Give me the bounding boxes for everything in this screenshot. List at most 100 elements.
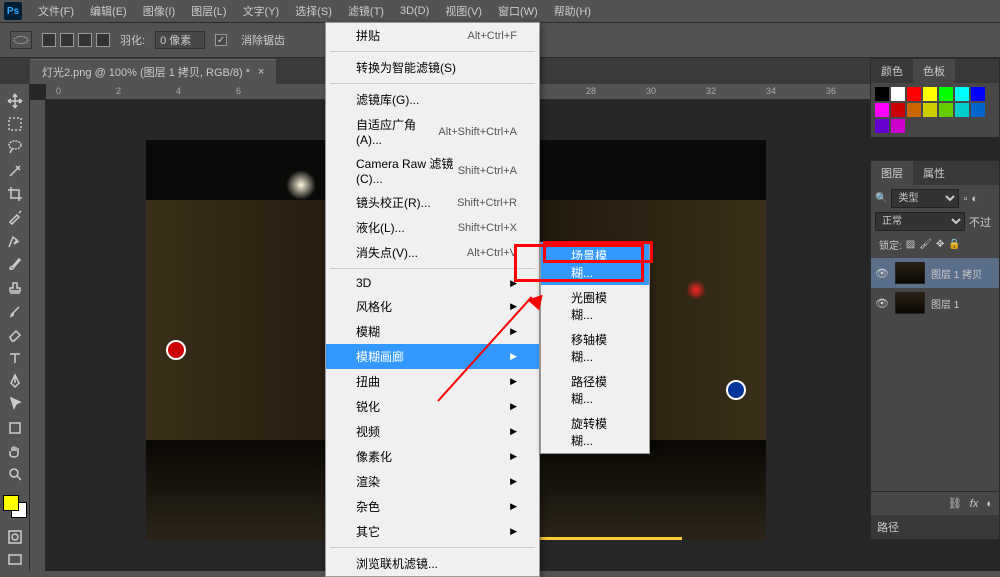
menu-item[interactable]: 浏览联机滤镜... bbox=[326, 551, 539, 576]
menu-item[interactable]: 消失点(V)...Alt+Ctrl+V bbox=[326, 240, 539, 265]
menu-item[interactable]: 模糊▶ bbox=[326, 319, 539, 344]
mask-icon[interactable]: ◐ bbox=[986, 498, 993, 510]
color-swatch[interactable] bbox=[971, 87, 985, 101]
eraser-tool-icon[interactable] bbox=[3, 324, 27, 345]
properties-tab[interactable]: 属性 bbox=[913, 161, 955, 185]
filter-adj-icon[interactable]: ◐ bbox=[971, 193, 978, 205]
visibility-icon[interactable]: 👁 bbox=[875, 297, 889, 310]
menu-item[interactable]: 其它▶ bbox=[326, 519, 539, 544]
tool-preset-icon[interactable] bbox=[10, 31, 32, 49]
lock-paint-icon[interactable]: 🖌 bbox=[919, 239, 932, 250]
submenu-item[interactable]: 路径模糊... bbox=[541, 369, 649, 411]
color-swatch[interactable] bbox=[923, 87, 937, 101]
color-swatch[interactable] bbox=[955, 103, 969, 117]
layer-thumbnail[interactable] bbox=[895, 262, 925, 284]
layer-thumbnail[interactable] bbox=[895, 292, 925, 314]
menu-view[interactable]: 视图(V) bbox=[437, 0, 490, 22]
blend-mode-select[interactable]: 正常 bbox=[875, 212, 965, 231]
color-swatch[interactable] bbox=[923, 103, 937, 117]
menu-type[interactable]: 文字(Y) bbox=[235, 0, 288, 22]
color-swatch[interactable] bbox=[939, 87, 953, 101]
color-swatch[interactable] bbox=[907, 87, 921, 101]
menu-item[interactable]: 渲染▶ bbox=[326, 469, 539, 494]
menu-item[interactable]: 液化(L)...Shift+Ctrl+X bbox=[326, 215, 539, 240]
paths-tab[interactable]: 路径 bbox=[871, 515, 999, 539]
fg-color-swatch[interactable] bbox=[3, 495, 19, 511]
heal-tool-icon[interactable] bbox=[3, 230, 27, 251]
hand-tool-icon[interactable] bbox=[3, 440, 27, 461]
color-swatch[interactable] bbox=[875, 119, 889, 133]
screenmode-icon[interactable] bbox=[3, 550, 27, 571]
menu-window[interactable]: 窗口(W) bbox=[490, 0, 546, 22]
lock-all-icon[interactable]: 🔒 bbox=[948, 239, 960, 250]
antialias-checkbox[interactable] bbox=[215, 34, 227, 46]
path-select-icon[interactable] bbox=[3, 394, 27, 415]
wand-tool-icon[interactable] bbox=[3, 160, 27, 181]
color-swatch[interactable] bbox=[891, 119, 905, 133]
color-swatch[interactable] bbox=[891, 87, 905, 101]
feather-input[interactable] bbox=[155, 31, 205, 49]
tab-close-icon[interactable]: × bbox=[258, 66, 264, 78]
color-swatch[interactable] bbox=[939, 103, 953, 117]
layer-filter-select[interactable]: 类型 bbox=[891, 189, 959, 208]
color-swatches[interactable] bbox=[3, 495, 27, 518]
color-swatch[interactable] bbox=[875, 87, 889, 101]
marquee-tool-icon[interactable] bbox=[3, 113, 27, 134]
layer-row[interactable]: 👁 图层 1 bbox=[871, 288, 999, 318]
link-layers-icon[interactable]: ⛓ bbox=[948, 497, 962, 510]
menu-image[interactable]: 图像(I) bbox=[135, 0, 183, 22]
lock-pos-icon[interactable]: ✥ bbox=[936, 239, 944, 250]
menu-layer[interactable]: 图层(L) bbox=[183, 0, 234, 22]
selection-new-icon[interactable] bbox=[42, 33, 56, 47]
menu-help[interactable]: 帮助(H) bbox=[546, 0, 599, 22]
search-icon[interactable]: 🔍 bbox=[875, 193, 887, 204]
menu-item[interactable]: 转换为智能滤镜(S) bbox=[326, 55, 539, 80]
move-tool-icon[interactable] bbox=[3, 90, 27, 111]
swatches-tab[interactable]: 色板 bbox=[913, 59, 955, 83]
menu-item[interactable]: 拼贴Alt+Ctrl+F bbox=[326, 23, 539, 48]
submenu-item[interactable]: 光圈模糊... bbox=[541, 285, 649, 327]
menu-edit[interactable]: 编辑(E) bbox=[82, 0, 135, 22]
color-swatch[interactable] bbox=[955, 87, 969, 101]
menu-item[interactable]: 杂色▶ bbox=[326, 494, 539, 519]
color-swatch[interactable] bbox=[875, 103, 889, 117]
menu-item[interactable]: 滤镜库(G)... bbox=[326, 87, 539, 112]
menu-item[interactable]: 视频▶ bbox=[326, 419, 539, 444]
brush-tool-icon[interactable] bbox=[3, 254, 27, 275]
submenu-item[interactable]: 场景模糊... bbox=[541, 243, 649, 285]
document-tab[interactable]: 灯光2.png @ 100% (图层 1 拷贝, RGB/8) * × bbox=[30, 59, 276, 84]
menu-select[interactable]: 选择(S) bbox=[287, 0, 340, 22]
color-swatch[interactable] bbox=[891, 103, 905, 117]
menu-item[interactable]: 自适应广角(A)...Alt+Shift+Ctrl+A bbox=[326, 112, 539, 151]
menu-item[interactable]: 镜头校正(R)...Shift+Ctrl+R bbox=[326, 190, 539, 215]
selection-add-icon[interactable] bbox=[60, 33, 74, 47]
menu-item[interactable]: 3D▶ bbox=[326, 272, 539, 294]
menu-item[interactable]: 像素化▶ bbox=[326, 444, 539, 469]
vertical-ruler[interactable] bbox=[30, 100, 46, 571]
menu-item[interactable]: 风格化▶ bbox=[326, 294, 539, 319]
selection-subtract-icon[interactable] bbox=[78, 33, 92, 47]
type-tool-icon[interactable] bbox=[3, 347, 27, 368]
lock-trans-icon[interactable]: ▨ bbox=[906, 239, 915, 250]
crop-tool-icon[interactable] bbox=[3, 183, 27, 204]
history-brush-icon[interactable] bbox=[3, 300, 27, 321]
submenu-item[interactable]: 旋转模糊... bbox=[541, 411, 649, 453]
quickmask-icon[interactable] bbox=[3, 526, 27, 547]
menu-item[interactable]: 模糊画廊▶ bbox=[326, 344, 539, 369]
submenu-item[interactable]: 移轴模糊... bbox=[541, 327, 649, 369]
layers-tab[interactable]: 图层 bbox=[871, 161, 913, 185]
fx-icon[interactable]: fx bbox=[970, 498, 979, 510]
pen-tool-icon[interactable] bbox=[3, 370, 27, 391]
color-tab[interactable]: 颜色 bbox=[871, 59, 913, 83]
menu-3d[interactable]: 3D(D) bbox=[392, 2, 437, 20]
filter-img-icon[interactable]: ▫ bbox=[963, 193, 967, 205]
color-swatch[interactable] bbox=[907, 103, 921, 117]
menu-item[interactable]: 锐化▶ bbox=[326, 394, 539, 419]
selection-intersect-icon[interactable] bbox=[96, 33, 110, 47]
menu-file[interactable]: 文件(F) bbox=[30, 0, 82, 22]
menu-filter[interactable]: 滤镜(T) bbox=[340, 0, 392, 22]
menu-item[interactable]: 扭曲▶ bbox=[326, 369, 539, 394]
color-swatch[interactable] bbox=[971, 103, 985, 117]
lasso-tool-icon[interactable] bbox=[3, 137, 27, 158]
eyedropper-tool-icon[interactable] bbox=[3, 207, 27, 228]
